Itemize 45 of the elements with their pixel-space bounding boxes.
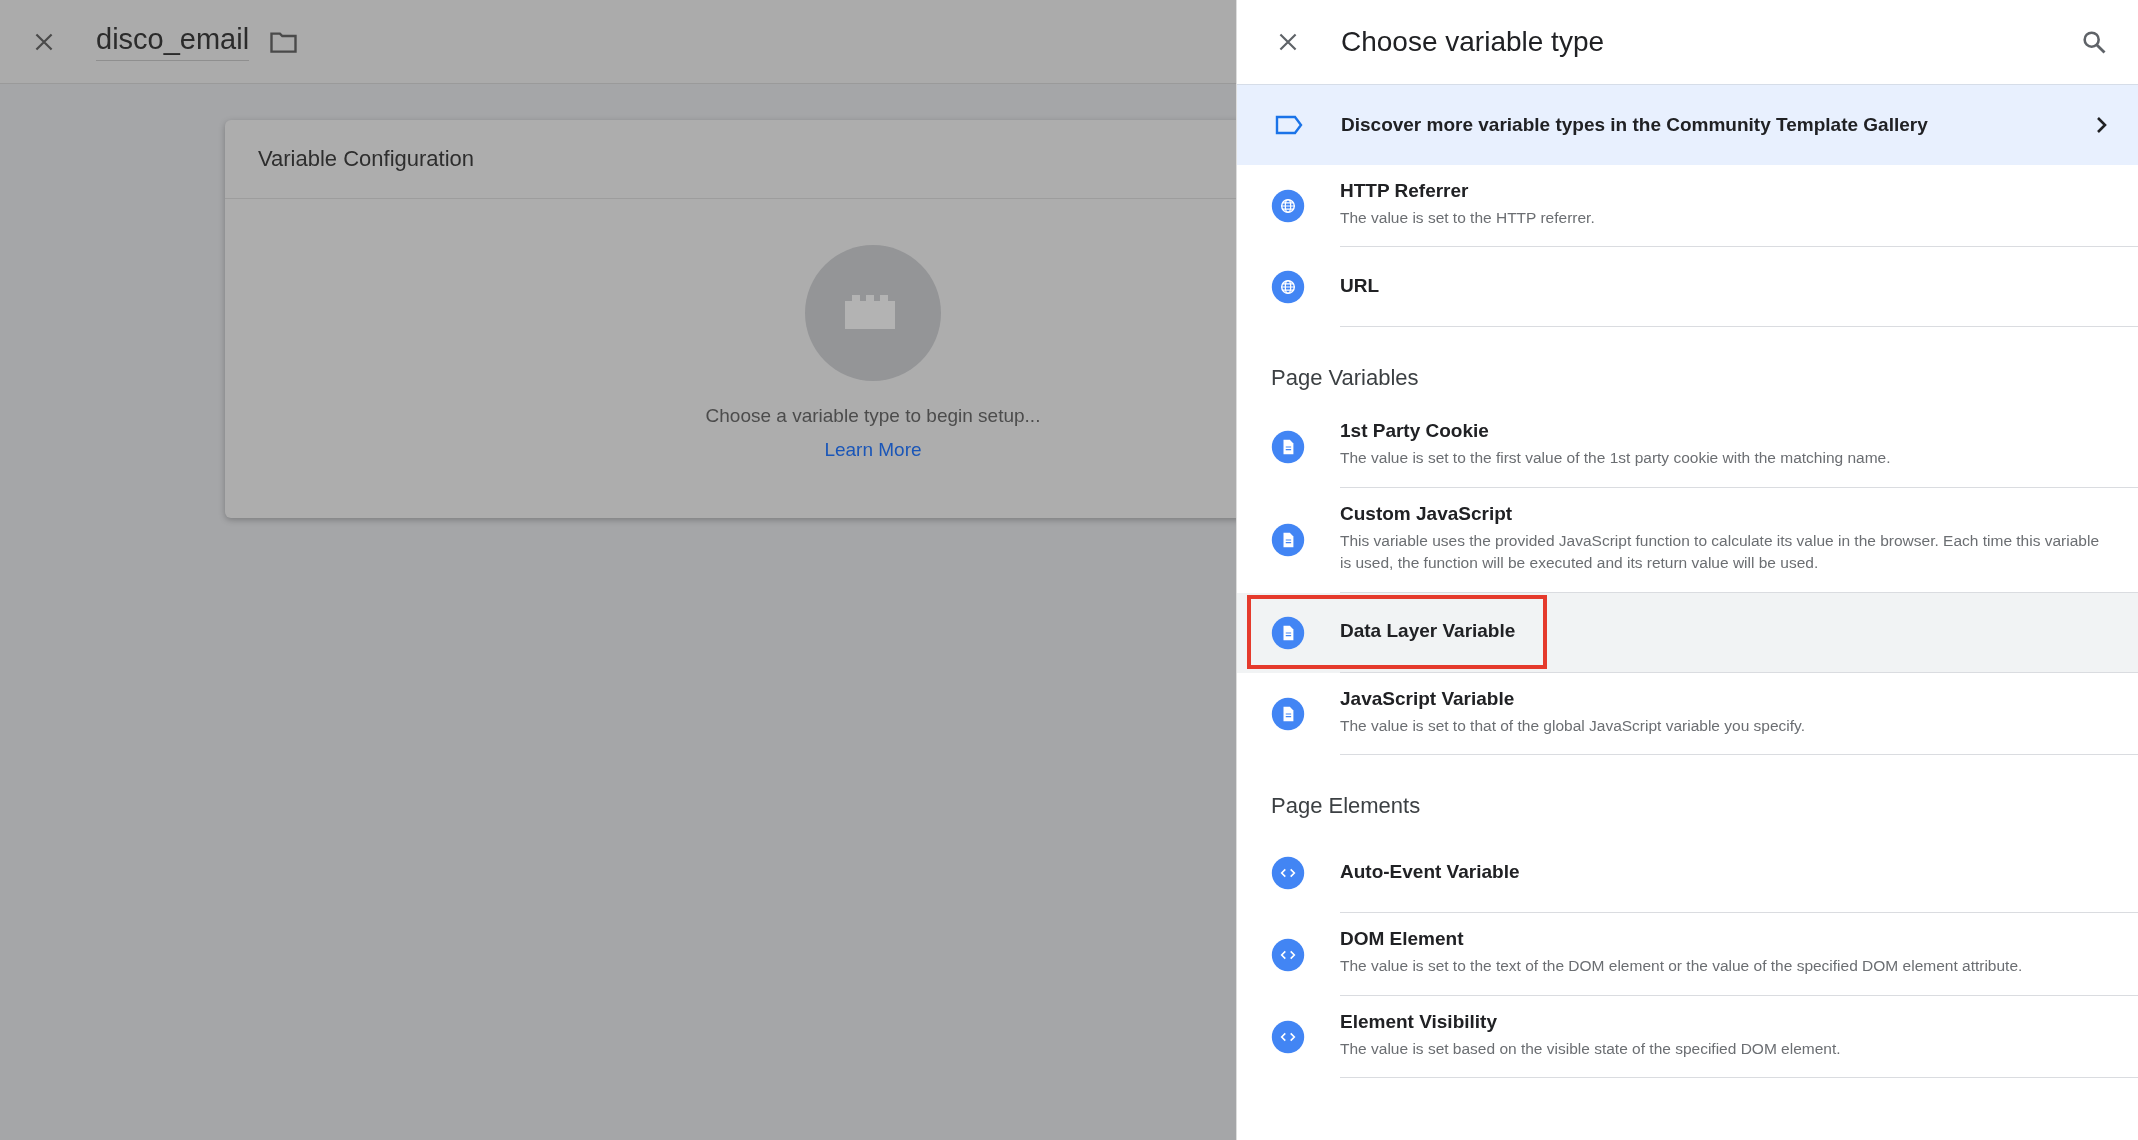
setup-prompt: Choose a variable type to begin setup... xyxy=(705,405,1041,427)
gallery-banner[interactable]: Discover more variable types in the Community Template Gallery xyxy=(1237,84,2138,165)
panel-title: Choose variable type xyxy=(1341,26,1606,58)
item-description: The value is set to the text of the DOM element or the value of the specified DOM element attribute. xyxy=(1340,956,2024,977)
item-name: DOM Element xyxy=(1340,928,1465,951)
item-name: Data Layer Variable xyxy=(1340,620,1517,643)
item-name: Custom JavaScript xyxy=(1340,502,1514,525)
banner-text: Discover more variable types in the Community Template Gallery xyxy=(1341,114,1929,136)
item-description: The value is set to the first value of the 1st party cookie with the matching name. xyxy=(1340,448,1892,469)
section-heading: Page Elements xyxy=(1270,792,1422,821)
globe-icon xyxy=(1270,188,1306,225)
item-name: Element Visibility xyxy=(1340,1010,1498,1033)
document-icon xyxy=(1270,428,1306,465)
item-description: This variable uses the provided JavaScript function to calculate its value in the browser. Each time this variable is used, the function will be executed and its return value will be used. xyxy=(1340,530,2101,574)
document-icon xyxy=(1270,696,1306,733)
variable-type-item[interactable]: Element Visibility The value is set based on the visible state of the specified DOM element. xyxy=(1237,995,2138,1079)
variable-type-item[interactable]: HTTP Referrer The value is set to the HTTP referrer. xyxy=(1237,165,2138,248)
variable-type-item[interactable]: URL xyxy=(1237,247,2138,328)
item-name: URL xyxy=(1340,274,1381,297)
variable-type-item[interactable]: Auto-Event Variable xyxy=(1237,833,2138,914)
item-description: The value is set to the HTTP referrer. xyxy=(1340,208,1596,228)
document-icon xyxy=(1270,522,1306,559)
variable-type-item[interactable]: DOM Element The value is set to the text of the DOM element or the value of the specified DOM element attribute. xyxy=(1237,913,2138,996)
item-name: JavaScript Variable xyxy=(1340,687,1516,710)
item-name: Auto-Event Variable xyxy=(1340,860,1521,883)
chevron-right-icon xyxy=(2096,116,2108,134)
variable-type-item[interactable]: JavaScript Variable The value is set to that of the global JavaScript variable you specify. xyxy=(1237,672,2138,756)
code-icon xyxy=(1270,1019,1306,1056)
document-icon xyxy=(1270,614,1306,651)
globe-icon xyxy=(1270,269,1306,306)
name-field[interactable]: disco_email xyxy=(96,22,250,61)
item-description: The value is set based on the visible state of the specified DOM element. xyxy=(1340,1038,1842,1059)
card-title: Variable Configuration xyxy=(258,146,475,172)
code-icon xyxy=(1270,936,1306,973)
variable-type-item[interactable]: Data Layer Variable xyxy=(1237,592,2138,673)
tag-icon xyxy=(1275,115,1303,135)
item-description: The value is set to that of the global JavaScript variable you specify. xyxy=(1340,715,1806,736)
code-icon xyxy=(1270,855,1306,892)
variable-type-item[interactable]: 1st Party Cookie The value is set to the first value of the 1st party cookie with the matching name. xyxy=(1237,405,2138,488)
item-name: HTTP Referrer xyxy=(1340,180,1470,202)
folder-icon[interactable] xyxy=(269,29,299,54)
section-heading: Page Variables xyxy=(1270,364,1420,393)
item-name: 1st Party Cookie xyxy=(1340,420,1490,443)
search-icon[interactable] xyxy=(2080,28,2108,56)
building-block-icon xyxy=(805,245,941,381)
